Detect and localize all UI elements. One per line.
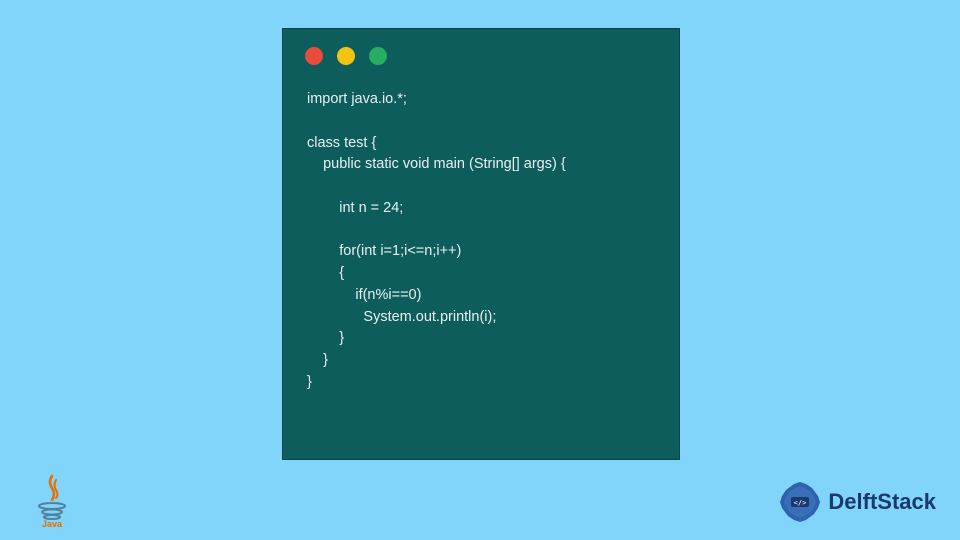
delftstack-brand-text: DelftStack xyxy=(828,489,936,515)
code-line: import java.io.*; xyxy=(307,91,407,107)
minimize-icon[interactable] xyxy=(337,47,355,65)
delftstack-badge-icon: </> xyxy=(778,480,822,524)
java-logo-icon: Java xyxy=(32,472,72,528)
code-line: if(n%i==0) xyxy=(307,287,421,303)
svg-text:</>: </> xyxy=(794,499,807,507)
code-line: } xyxy=(307,330,344,346)
code-block: import java.io.*; class test { public st… xyxy=(307,89,659,394)
code-line: } xyxy=(307,374,312,390)
code-line: public static void main (String[] args) … xyxy=(307,156,566,172)
close-icon[interactable] xyxy=(305,47,323,65)
code-window: import java.io.*; class test { public st… xyxy=(282,28,680,460)
code-line: class test { xyxy=(307,135,376,151)
code-line: { xyxy=(307,265,344,281)
code-line: for(int i=1;i<=n;i++) xyxy=(307,243,461,259)
maximize-icon[interactable] xyxy=(369,47,387,65)
svg-text:Java: Java xyxy=(42,519,63,528)
code-line: int n = 24; xyxy=(307,200,403,216)
code-line: System.out.println(i); xyxy=(307,309,496,325)
code-line: } xyxy=(307,352,328,368)
delftstack-logo: </> DelftStack xyxy=(778,480,936,524)
window-controls xyxy=(305,47,387,65)
